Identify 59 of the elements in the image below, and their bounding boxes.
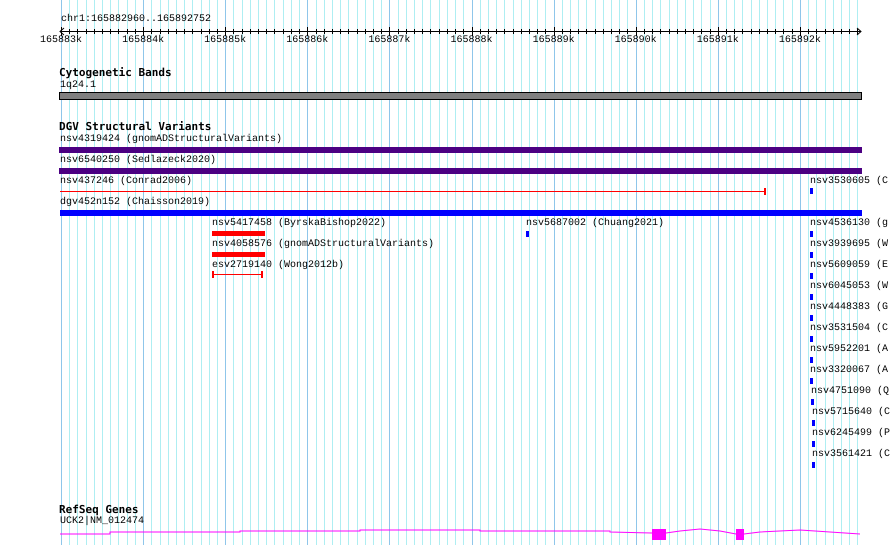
variant-label: nsv5609059 (E	[810, 260, 888, 272]
variant-label: nsv4751090 (Q	[811, 386, 890, 398]
tick-label: 165890k	[614, 35, 658, 47]
track-title: Cytogenetic Bands	[59, 66, 172, 80]
tick-label: 165892k	[778, 35, 822, 47]
tick-label: 165883k	[38, 35, 83, 47]
variant-marker[interactable]	[810, 378, 813, 384]
variant-label: esv2719140 (Wong2012b)	[212, 260, 344, 272]
variant-marker[interactable]	[811, 399, 814, 405]
variant-label: nsv6245499 (P	[812, 428, 890, 440]
tick-label: 165886k	[285, 35, 330, 47]
variant-marker[interactable]	[812, 420, 815, 426]
variant-bar[interactable]	[212, 252, 265, 257]
variant-label: nsv3561421 (C	[812, 449, 890, 461]
variant-label: nsv3530605 (C	[810, 176, 888, 188]
variant-label: nsv437246 (Conrad2006)	[60, 176, 192, 188]
variant-marker[interactable]	[526, 231, 529, 237]
variant-label: nsv4536130 (g	[810, 218, 888, 230]
variant-label: nsv3939695 (W	[810, 239, 888, 251]
track-title: DGV Structural Variants	[59, 120, 212, 134]
variant-label: nsv4058576 (gnomADStructuralVariants)	[212, 239, 434, 251]
variant-marker[interactable]	[812, 441, 815, 447]
variant-bar[interactable]	[212, 231, 265, 236]
location-label: chr1:165882960..165892752	[61, 14, 212, 26]
variant-label: nsv4448383 (G	[810, 302, 888, 314]
tick-label: 165888k	[449, 35, 494, 47]
variant-marker[interactable]	[812, 462, 815, 468]
variant-bar[interactable]	[59, 147, 862, 153]
variant-label: nsv5687002 (Chuang2021)	[526, 218, 664, 230]
variant-marker[interactable]	[810, 336, 813, 342]
variant-bar[interactable]	[60, 210, 862, 216]
variant-label: nsv6540250 (Sedlazeck2020)	[60, 155, 216, 167]
variant-label: nsv5952201 (A	[810, 344, 888, 356]
tick-label: 165884k	[121, 35, 166, 47]
tick-label: 165891k	[696, 35, 740, 47]
variant-label: nsv3531504 (C	[810, 323, 888, 335]
band-label: 1q24.1	[60, 80, 96, 92]
variant-label: nsv5417458 (ByrskaBishop2022)	[212, 218, 386, 230]
tick-label: 165887k	[367, 35, 412, 47]
variant-span[interactable]	[212, 271, 263, 278]
variant-label: dgv452n152 (Chaisson2019)	[60, 197, 210, 209]
variant-label: nsv3320067 (A	[810, 365, 888, 377]
variant-marker[interactable]	[810, 231, 813, 237]
variant-span[interactable]	[60, 188, 766, 195]
gene-model-drawing[interactable]	[60, 528, 860, 540]
variant-bar[interactable]	[59, 168, 862, 174]
variant-marker[interactable]	[810, 294, 813, 300]
variant-marker[interactable]	[810, 315, 813, 321]
variant-label: nsv6045053 (W	[810, 281, 888, 293]
variant-marker[interactable]	[810, 188, 813, 194]
gene-label: UCK2|NM_012474	[60, 516, 144, 528]
variant-label: nsv4319424 (gnomADStructuralVariants)	[60, 134, 282, 146]
variant-marker[interactable]	[810, 357, 813, 363]
tick-label: 165885k	[203, 35, 248, 47]
variant-label: nsv5715640 (C	[812, 407, 890, 419]
track-title: RefSeq Genes	[59, 503, 138, 516]
variant-marker[interactable]	[810, 273, 813, 279]
variant-marker[interactable]	[810, 252, 813, 258]
tick-label: 165889k	[532, 35, 576, 47]
